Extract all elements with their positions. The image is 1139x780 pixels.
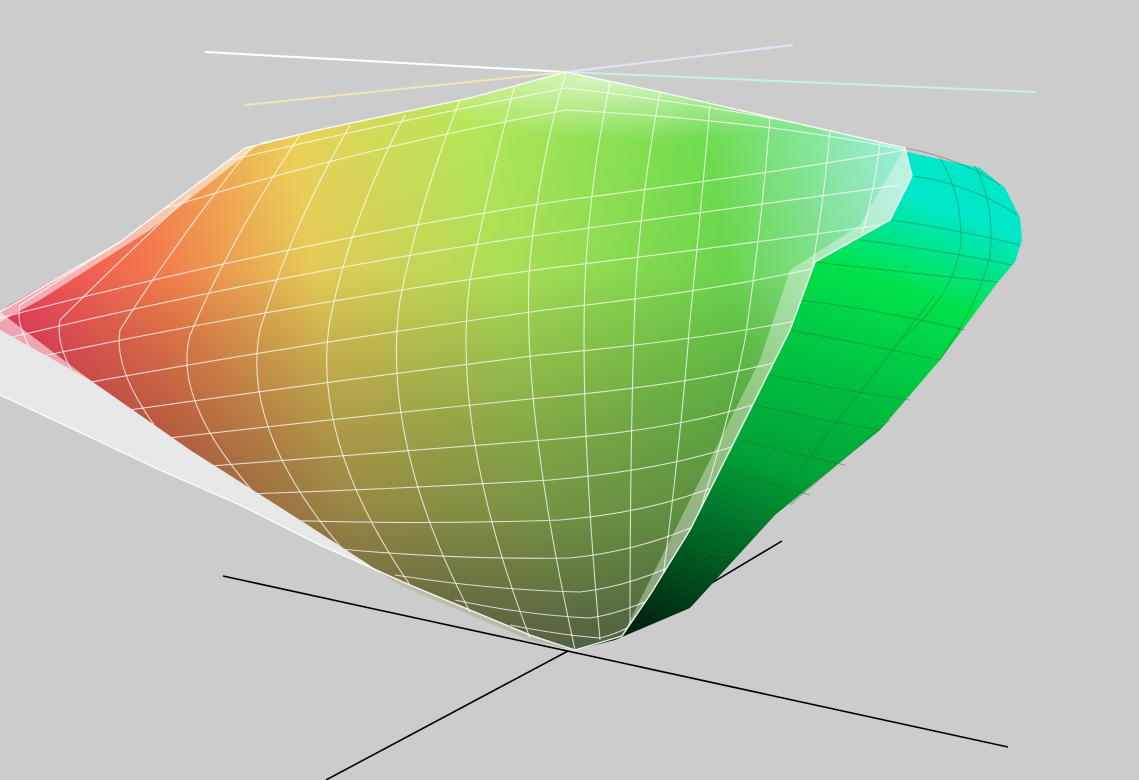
gamut-3d-viewport[interactable] (0, 0, 1139, 780)
gamut-3d-canvas[interactable] (0, 0, 1139, 780)
